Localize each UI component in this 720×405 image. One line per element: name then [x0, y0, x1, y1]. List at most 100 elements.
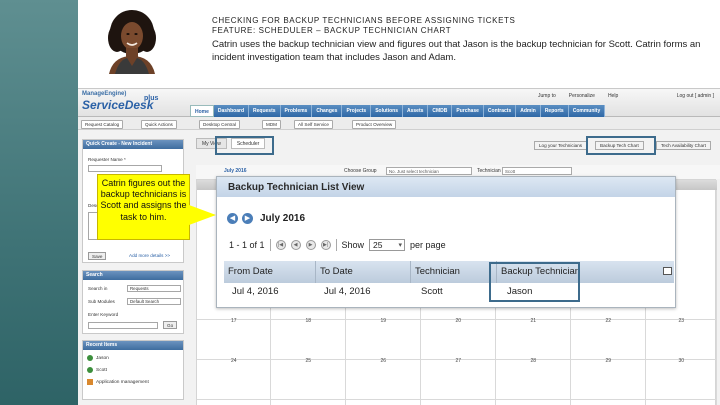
calendar-day-cell[interactable]	[346, 400, 421, 405]
tab-changes[interactable]: Changes	[312, 105, 343, 117]
tab-solutions[interactable]: Solutions	[371, 105, 403, 117]
calendar-day-cell[interactable]: 20	[421, 318, 496, 360]
sub-modules-select[interactable]: Default Search	[127, 298, 181, 305]
logout-link[interactable]: Log out [ admin ]	[677, 93, 714, 99]
personalize-link[interactable]: Personalize	[569, 93, 595, 99]
first-page-icon[interactable]: |◀	[275, 240, 286, 250]
add-more-details-link[interactable]: Add more details >>	[129, 253, 170, 258]
show-label: Show	[341, 240, 365, 250]
mdm-button[interactable]: MDM	[262, 120, 281, 129]
recent-items-panel: Recent Items Jason Scott Application man…	[82, 340, 184, 400]
tab-cmdb[interactable]: CMDB	[428, 105, 453, 117]
recent-item-label: Application management	[96, 379, 149, 385]
calendar-day-cell[interactable]: 26	[346, 358, 421, 400]
product-overview-button[interactable]: Product Overview	[352, 120, 397, 129]
calendar-day-number: 19	[380, 318, 387, 324]
backup-technician-popup: Backup Technician List View ◀ ▶ July 201…	[216, 176, 676, 308]
tab-projects[interactable]: Projects	[342, 105, 372, 117]
pagination-bar: 1 - 1 of 1 |◀ ◀ ▶ ▶| Show 25 per page	[229, 239, 446, 251]
request-catalog-button[interactable]: Request Catalog	[81, 120, 124, 129]
tab-home[interactable]: Home	[190, 105, 214, 117]
last-page-icon[interactable]: ▶|	[320, 240, 331, 250]
quick-actions-button[interactable]: Quick Actions	[141, 120, 177, 129]
tab-reports[interactable]: Reports	[540, 105, 569, 117]
calendar-day-number: 17	[231, 318, 237, 324]
recent-item[interactable]: Scott	[87, 367, 107, 373]
calendar-day-cell[interactable]	[496, 400, 571, 405]
tab-community[interactable]: Community	[568, 105, 606, 117]
scheduler-month: July 2016	[224, 168, 247, 174]
calendar-day-cell[interactable]: 24	[197, 358, 271, 400]
self-service-button[interactable]: All Self Service	[294, 120, 333, 129]
slide: CHECKING FOR BACKUP TECHNICIANS BEFORE A…	[0, 0, 720, 405]
calendar-day-cell[interactable]: 30	[646, 358, 717, 400]
side-band	[0, 0, 78, 405]
tab-problems[interactable]: Problems	[280, 105, 313, 117]
column-technician[interactable]: Technician	[411, 261, 497, 283]
tab-purchase[interactable]: Purchase	[452, 105, 484, 117]
calendar-day-cell[interactable]: 22	[571, 318, 646, 360]
recent-item[interactable]: Jason	[87, 355, 109, 361]
calendar-day-cell[interactable]: 18	[271, 318, 346, 360]
calendar-day-cell[interactable]: 27	[421, 358, 496, 400]
scheduler-tab-highlight	[215, 136, 274, 155]
recent-item-label: Jason	[96, 355, 109, 361]
calendar-day-cell[interactable]: 21	[496, 318, 571, 360]
keyword-input[interactable]	[88, 322, 158, 329]
cell-from-date: Jul 4, 2016	[232, 286, 279, 297]
presenter-avatar-image	[108, 10, 156, 74]
column-to-date[interactable]: To Date	[316, 261, 411, 283]
slide-description: Catrin uses the backup technician view a…	[212, 39, 701, 63]
backup-chart-highlight	[586, 136, 656, 155]
calendar-day-cell[interactable]	[646, 400, 717, 405]
save-button[interactable]: Save	[88, 252, 107, 260]
logo-vendor: ManageEngine)	[82, 91, 127, 97]
previous-month-icon[interactable]: ◀	[227, 213, 238, 224]
previous-page-icon[interactable]: ◀	[290, 240, 301, 250]
column-chooser-icon[interactable]	[663, 267, 672, 275]
calendar-day-cell[interactable]: 25	[271, 358, 346, 400]
per-page-label: per page	[410, 240, 446, 250]
search-in-select[interactable]: Requests	[127, 285, 181, 292]
calendar-day-cell[interactable]: 17	[197, 318, 271, 360]
top-links: Jump to Personalize Help	[538, 93, 618, 99]
help-link[interactable]: Help	[608, 93, 618, 99]
technician-select[interactable]: Scott	[502, 167, 572, 175]
tab-contracts[interactable]: Contracts	[483, 105, 517, 117]
column-from-date[interactable]: From Date	[224, 261, 316, 283]
table-row[interactable]: Jul 4, 2016 Jul 4, 2016 Scott Jason	[224, 284, 674, 300]
table-header: From Date To Date Technician Backup Tech…	[224, 261, 674, 283]
tab-dashboard[interactable]: Dashboard	[213, 105, 250, 117]
calendar-day-number: 21	[530, 318, 537, 324]
calendar-day-number: 24	[231, 358, 237, 364]
tab-requests[interactable]: Requests	[249, 105, 281, 117]
calendar-day-number: 28	[530, 358, 537, 364]
calendar-day-cell[interactable]	[271, 400, 346, 405]
per-page-select[interactable]: 25	[369, 239, 406, 251]
requester-input[interactable]	[88, 165, 162, 172]
popup-title: Backup Technician List View	[217, 177, 675, 197]
go-button[interactable]: Go	[163, 321, 178, 329]
calendar-day-cell[interactable]	[571, 400, 646, 405]
log-technicians-button[interactable]: Log your Technicians	[534, 141, 588, 150]
tech-availability-chart-button[interactable]: Tech Availability Chart	[656, 141, 711, 150]
main-tabs: Home Dashboard Requests Problems Changes…	[190, 105, 606, 117]
calendar-day-cell[interactable]: 23	[646, 318, 717, 360]
next-page-icon[interactable]: ▶	[305, 240, 316, 250]
calendar-day-cell[interactable]	[421, 400, 496, 405]
calendar-day-number: 18	[305, 318, 312, 324]
recent-item[interactable]: Application management	[87, 379, 149, 385]
next-month-icon[interactable]: ▶	[242, 213, 253, 224]
calendar-day-cell[interactable]	[197, 400, 271, 405]
choose-group-label: Choose Group	[344, 168, 377, 174]
choose-group-select[interactable]: No. Just select technician	[386, 167, 472, 175]
calendar-day-cell[interactable]: 19	[346, 318, 421, 360]
calendar-day-cell[interactable]: 28	[496, 358, 571, 400]
slide-feature: FEATURE: SCHEDULER – BACKUP TECHNICIAN C…	[212, 26, 452, 35]
jump-to-link[interactable]: Jump to	[538, 93, 556, 99]
tab-admin[interactable]: Admin	[516, 105, 541, 117]
desktop-central-button[interactable]: Desktop Central	[199, 120, 240, 129]
calendar-day-cell[interactable]: 29	[571, 358, 646, 400]
calendar-day-number: 30	[678, 358, 685, 364]
tab-assets[interactable]: Assets	[402, 105, 429, 117]
